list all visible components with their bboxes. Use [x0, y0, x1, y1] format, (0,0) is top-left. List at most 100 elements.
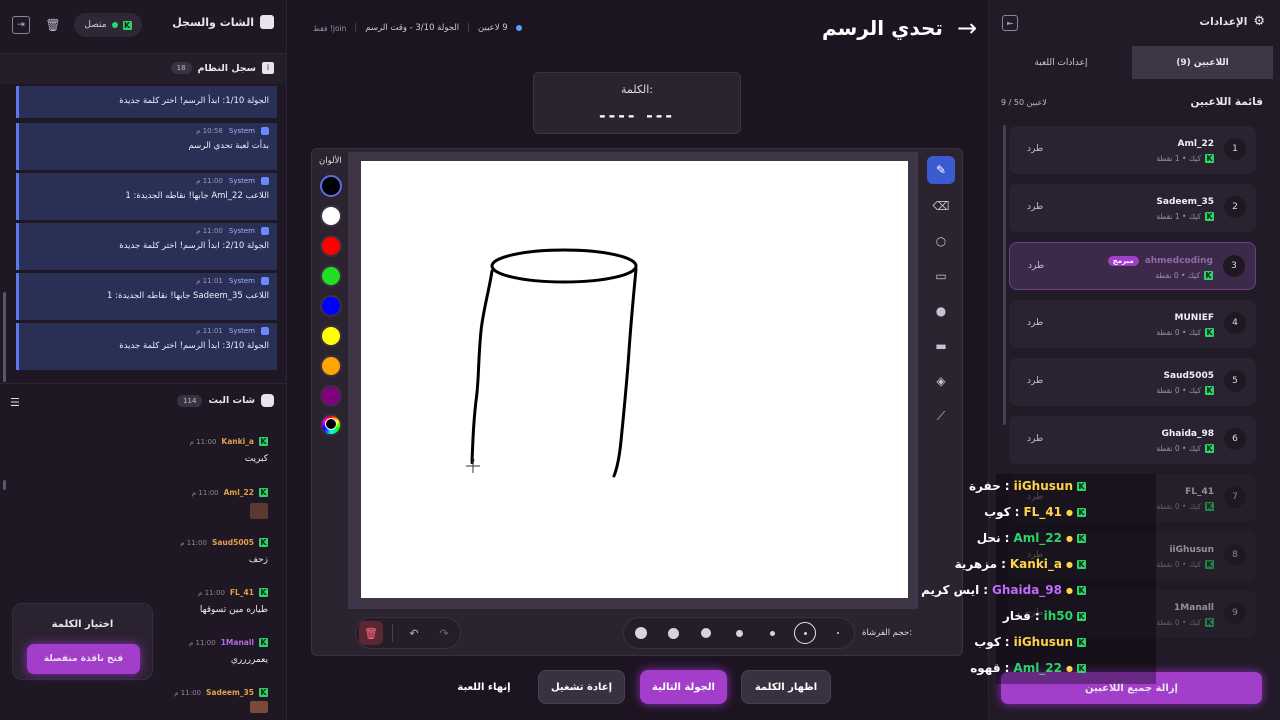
filled-rectangle-tool-icon[interactable]: ▬ — [927, 332, 955, 360]
overlay-name: Kanki_a — [1009, 557, 1063, 571]
overlay-guess: K ● Aml_22: نحل — [976, 531, 1086, 545]
brush-size-selected[interactable] — [794, 622, 816, 644]
system-icon — [261, 277, 269, 285]
kick-icon: K — [1077, 533, 1086, 543]
chat-title: شات البث — [208, 395, 255, 406]
collapse-panel-icon[interactable]: ⇥ — [12, 16, 30, 34]
kick-icon: K — [1205, 154, 1214, 163]
log-message: System 11:00 م الجولة 2/10: ابدأ الرسم! ا… — [16, 223, 277, 270]
show-word-button[interactable]: اظهار الكلمة — [741, 670, 831, 704]
player-stat: كيك • 0 نقطة — [1156, 444, 1201, 453]
kick-button[interactable]: طرد — [1028, 261, 1044, 271]
sort-icon[interactable]: ☰ — [10, 396, 20, 409]
tab-game-settings[interactable]: إعدادات اللعبة — [990, 46, 1132, 79]
log-author: System — [228, 327, 255, 335]
kick-button[interactable]: طرد — [1027, 318, 1043, 328]
drawing-canvas[interactable] — [361, 161, 908, 598]
color-yellow[interactable] — [320, 325, 342, 347]
brush-size-xs[interactable] — [763, 624, 781, 642]
player-rank: 5 — [1224, 370, 1246, 392]
color-red[interactable] — [320, 235, 342, 257]
log-text: الجولة 1/10: ابدأ الرسم! اختر كلمة جديدة — [119, 96, 269, 106]
log-time: 11:00 م — [196, 177, 223, 185]
back-arrow-icon[interactable]: → — [957, 14, 977, 42]
line-tool-icon[interactable]: ⟋ — [927, 402, 955, 430]
players-scrollbar[interactable] — [1003, 125, 1006, 425]
player-stat: كيك • 0 نقطة — [1156, 502, 1201, 511]
eraser-tool-icon[interactable]: ⌫ — [927, 192, 955, 220]
kick-button[interactable]: طرد — [1027, 434, 1043, 444]
next-round-button[interactable]: الجولة التالية — [640, 670, 727, 704]
circle-tool-icon[interactable]: ○ — [927, 227, 955, 255]
fill-bucket-icon[interactable]: ◈ — [927, 367, 955, 395]
brush-size-s[interactable] — [730, 624, 748, 642]
log-message: System 11:00 م اللاعب Aml_22 جابها! نقاطه… — [16, 173, 277, 220]
overlay-word: فخار — [1002, 609, 1031, 623]
brush-size-l[interactable] — [664, 624, 682, 642]
color-white[interactable] — [320, 205, 342, 227]
overlay-name: ih50 — [1043, 609, 1073, 623]
chat-author: 1Manall — [220, 638, 254, 647]
kick-button[interactable]: طرد — [1027, 144, 1043, 154]
kick-icon: K — [259, 538, 268, 547]
info-icon: i — [262, 62, 274, 74]
filled-circle-tool-icon[interactable]: ● — [927, 297, 955, 325]
log-text: اللاعب Aml_22 جابها! نقاطه الجديدة: 1 — [125, 191, 269, 201]
player-rank: 2 — [1224, 196, 1246, 218]
log-message: System 10:58 م بدأت لعبة تحدي الرسم — [16, 123, 277, 170]
chat-message: K Aml_22 11:00 م — [192, 488, 268, 522]
undo-icon[interactable]: ↶ — [404, 623, 424, 643]
clear-canvas-icon[interactable]: 🗑 — [359, 621, 383, 645]
brush-size-xxs[interactable] — [829, 624, 847, 642]
log-scrollbar[interactable] — [3, 292, 6, 382]
end-game-button[interactable]: إنهاء اللعبة — [440, 670, 528, 704]
kick-icon: K — [1204, 271, 1213, 280]
player-stat: كيك • 1 نقطة — [1156, 154, 1201, 163]
color-blue[interactable] — [320, 295, 342, 317]
custom-color-picker[interactable] — [320, 414, 342, 436]
brush-size-m[interactable] — [697, 624, 715, 642]
color-purple[interactable] — [320, 385, 342, 407]
overlay-name: Aml_22 — [1013, 661, 1063, 675]
kick-icon: K — [1205, 618, 1214, 627]
chat-time: 11:00 م — [191, 488, 219, 497]
rectangle-tool-icon[interactable]: ▭ — [927, 262, 955, 290]
tab-players[interactable]: اللاعبين (9) — [1132, 46, 1273, 79]
player-card: 4 MUNIEF K كيك • 0 نقطة طرد — [1009, 300, 1256, 348]
kick-button[interactable]: طرد — [1027, 376, 1043, 386]
player-stat: كيك • 0 نقطة — [1156, 386, 1201, 395]
chat-author: Saud5005 — [211, 538, 254, 547]
log-author: System — [228, 227, 255, 235]
brush-tool-icon[interactable]: ✎ — [927, 156, 955, 184]
overlay-guess: KiiGhusun: كوب — [974, 635, 1086, 649]
open-window-button[interactable]: فتح نافذة منفصلة — [27, 644, 140, 674]
developer-badge: مبرمج — [1107, 256, 1139, 266]
brush-size-label: حجم الفرشاة: — [862, 628, 913, 638]
kick-icon: K — [259, 688, 268, 697]
overlay-word: ايس كريم — [921, 583, 980, 597]
overlay-name: iiGhusun — [1013, 635, 1073, 649]
log-time: 11:00 م — [196, 227, 223, 235]
color-black[interactable] — [320, 175, 342, 197]
brush-size-xl[interactable] — [632, 624, 650, 642]
kick-icon: K — [1205, 386, 1214, 395]
player-stat: كيك • 0 نقطة — [1156, 328, 1201, 337]
redo-icon[interactable]: ↷ — [434, 623, 454, 643]
chat-text: يعمرررري — [230, 655, 268, 665]
overlay-guess: K ● Aml_22: قهوه — [970, 661, 1086, 675]
collapse-settings-icon[interactable]: ⇤ — [1002, 15, 1018, 31]
player-card: 5 Saud5005 K كيك • 0 نقطة طرد — [1009, 358, 1256, 406]
trash-icon[interactable]: 🗑 — [44, 16, 62, 34]
overlay-name: FL_41 — [1023, 505, 1063, 519]
drawing-strokes — [466, 248, 638, 478]
kick-icon: K — [1077, 611, 1086, 621]
log-author: System — [228, 277, 255, 285]
player-rank: 4 — [1224, 312, 1246, 334]
color-orange[interactable] — [320, 355, 342, 377]
sticker-image — [250, 701, 268, 713]
restart-button[interactable]: إعادة تشغيل — [538, 670, 625, 704]
color-green[interactable] — [320, 265, 342, 287]
chat-scrollbar[interactable] — [3, 480, 6, 490]
kick-button[interactable]: طرد — [1027, 202, 1043, 212]
overlay-guess: K ● Ghaida_98: ايس كريم — [921, 583, 1086, 597]
